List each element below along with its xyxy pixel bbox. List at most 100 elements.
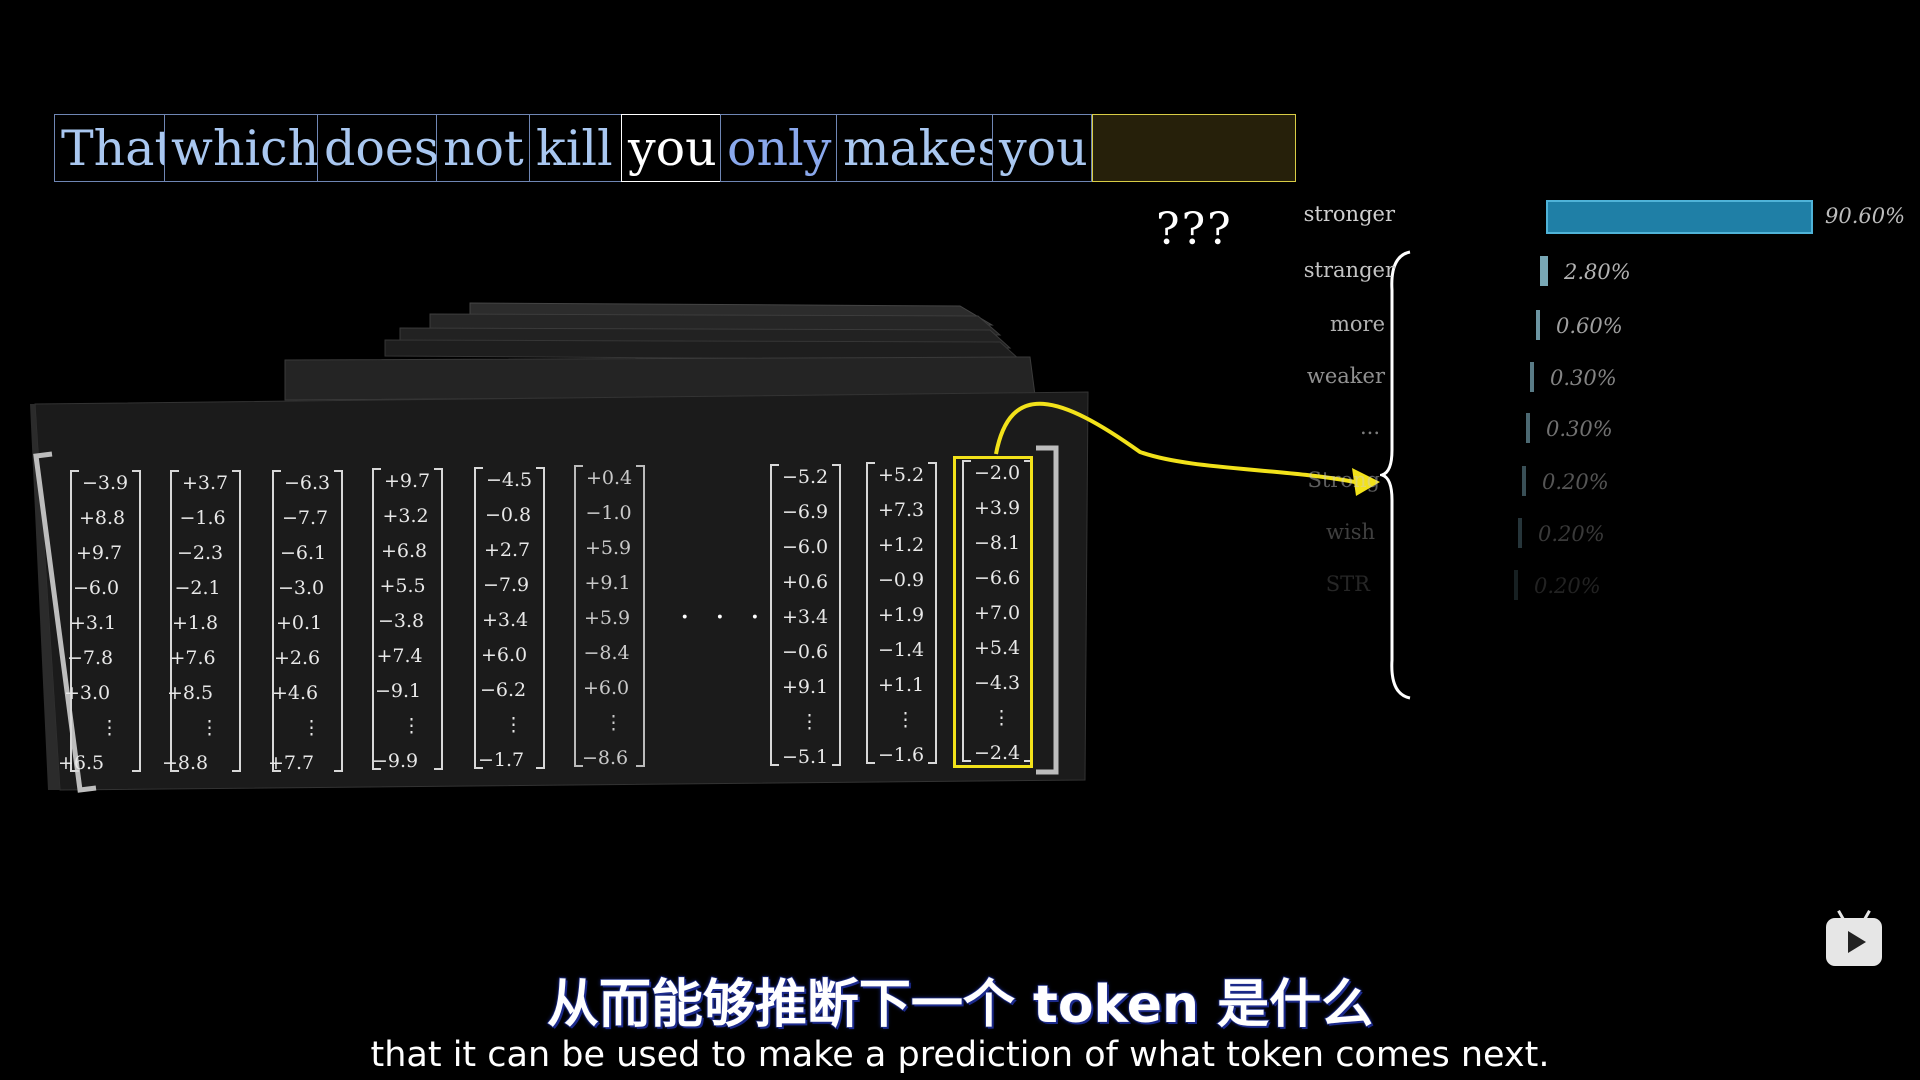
vector-entry: −6.1 xyxy=(280,542,327,564)
prediction-percent: 0.30% xyxy=(1546,417,1613,441)
vector-entry: ⋮ xyxy=(100,717,119,739)
vector-column: −4.5 −0.8 +2.7 −7.9 +3.4 +6.0 −6.2 ⋮ −1.7 xyxy=(474,467,545,771)
vector-entry: +5.2 xyxy=(878,464,925,486)
vector-column: +0.4 −1.0 +5.9 +9.1 +5.9 −8.4 +6.0 ⋮ −8.6 xyxy=(574,465,645,769)
vector-entry: −9.9 xyxy=(372,750,419,772)
vector-entry: −3.8 xyxy=(378,610,425,632)
vector-entry: +8.5 xyxy=(167,682,214,704)
right-bracket xyxy=(132,470,141,772)
prediction-word: stronger xyxy=(1303,202,1395,226)
vector-entry: −2.3 xyxy=(177,542,224,564)
vector-entry: −6.2 xyxy=(480,679,527,701)
vector-entry: +6.0 xyxy=(481,644,528,666)
prediction-bar xyxy=(1514,570,1518,600)
vector-entry: −9.1 xyxy=(375,680,422,702)
prediction-word: more xyxy=(1329,312,1385,336)
vector-entry: +9.1 xyxy=(584,572,631,594)
vector-entry: −3.9 xyxy=(82,472,129,494)
vector-entry: +9.1 xyxy=(782,676,829,698)
prediction-word: weaker xyxy=(1306,364,1385,388)
vector-entry: −0.8 xyxy=(485,504,532,526)
vector-entry: −6.9 xyxy=(782,501,829,523)
right-bracket xyxy=(928,462,937,764)
vector-entry: −7.9 xyxy=(483,574,530,596)
vector-entry: +1.9 xyxy=(878,604,925,626)
left-bracket xyxy=(574,465,583,767)
vector-entry: −8.8 xyxy=(162,752,209,774)
vector-entry: −6.0 xyxy=(782,536,829,558)
highlighted-column xyxy=(953,456,1033,768)
vector-entry: −7.8 xyxy=(67,647,114,669)
vector-column: −5.2 −6.9 −6.0 +0.6 +3.4 −0.6 +9.1 ⋮ −5.1 xyxy=(770,464,841,768)
vector-entry: −8.6 xyxy=(582,747,629,769)
right-bracket xyxy=(434,468,443,770)
vector-entry: +6.0 xyxy=(583,677,630,699)
vector-column: −6.3 −7.7 −6.1 −3.0 +0.1 +2.6 +4.6 ⋮ +7.7 xyxy=(268,470,343,774)
prediction-bar xyxy=(1536,310,1540,340)
vector-entry: +7.3 xyxy=(878,499,925,521)
prediction-word: STR xyxy=(1325,572,1370,596)
prediction-word: ... xyxy=(1359,415,1380,439)
prediction-bar xyxy=(1522,466,1526,496)
prediction-word: wish xyxy=(1326,520,1375,544)
vector-entry: −5.2 xyxy=(782,466,829,488)
vector-entry: −4.5 xyxy=(486,469,533,491)
vector-entry: −3.0 xyxy=(278,577,325,599)
vector-entry: +6.5 xyxy=(58,752,105,774)
vector-entry: +5.9 xyxy=(585,537,632,559)
vector-entry: −2.1 xyxy=(174,577,221,599)
brace-icon xyxy=(1380,250,1411,700)
vector-entry: ⋮ xyxy=(200,717,219,739)
vector-entry: −8.4 xyxy=(583,642,630,664)
vector-entry: +0.6 xyxy=(782,571,829,593)
vector-entry: −7.7 xyxy=(282,507,329,529)
prediction-word: Strong xyxy=(1307,468,1380,492)
vector-entry: +4.6 xyxy=(272,682,319,704)
vector-entry: +9.7 xyxy=(384,470,431,492)
prediction-bar xyxy=(1546,200,1813,234)
vector-entry: −1.6 xyxy=(179,507,226,529)
prediction-percent: 0.60% xyxy=(1556,314,1623,338)
vector-entry: +7.7 xyxy=(268,752,315,774)
vector-entry: +5.9 xyxy=(584,607,631,629)
vector-entry: +1.8 xyxy=(172,612,219,634)
vector-entry: +3.0 xyxy=(64,682,111,704)
right-bracket xyxy=(636,465,645,767)
vector-column: +5.2 +7.3 +1.2 −0.9 +1.9 −1.4 +1.1 ⋮ −1.6 xyxy=(866,462,937,766)
vector-entry: ⋮ xyxy=(800,711,819,733)
prediction-bar xyxy=(1530,362,1534,392)
vector-entry: +2.6 xyxy=(274,647,321,669)
left-bracket xyxy=(866,462,875,764)
vector-entry: +3.7 xyxy=(182,472,229,494)
vector-column: +9.7 +3.2 +6.8 +5.5 −3.8 +7.4 −9.1 ⋮ −9.9 xyxy=(372,468,443,772)
vector-entry: +3.2 xyxy=(382,505,429,527)
vector-entry: ⋮ xyxy=(302,717,321,739)
vector-entry: +3.4 xyxy=(782,606,829,628)
vector-entry: −1.7 xyxy=(478,749,525,771)
vector-entry: ⋮ xyxy=(604,712,623,734)
prediction-word: stranger xyxy=(1303,258,1395,282)
vector-entry: +0.1 xyxy=(276,612,323,634)
right-bracket xyxy=(232,470,241,772)
left-bracket xyxy=(770,464,779,766)
vector-column: −3.9 +8.8 +9.7 −6.0 +3.1 −7.8 +3.0 ⋮ +6.5 xyxy=(58,470,141,774)
vector-entry: −0.6 xyxy=(782,641,829,663)
vector-entry: −1.6 xyxy=(878,744,925,766)
vector-entry: +9.7 xyxy=(76,542,123,564)
bilibili-play-icon[interactable] xyxy=(1826,910,1882,966)
vector-entry: +1.1 xyxy=(878,674,925,696)
prediction-percent: 0.20% xyxy=(1538,522,1605,546)
vector-entry: +7.4 xyxy=(376,645,423,667)
prediction-percent: 0.30% xyxy=(1550,366,1617,390)
vector-entry: +6.8 xyxy=(381,540,428,562)
vector-entry: ⋮ xyxy=(896,709,915,731)
subtitle-chinese: 从而能够推断下一个 token 是什么 xyxy=(546,974,1374,1036)
vector-entry: +1.2 xyxy=(878,534,925,556)
vector-column: +3.7 −1.6 −2.3 −2.1 +1.8 +7.6 +8.5 ⋮ −8.8 xyxy=(162,470,241,774)
prediction-percent: 90.60% xyxy=(1825,204,1906,228)
prediction-bar xyxy=(1540,256,1548,286)
vector-entry: −5.1 xyxy=(782,746,829,768)
vector-entry: +5.5 xyxy=(379,575,426,597)
subtitle-english: that it can be used to make a prediction… xyxy=(370,1035,1550,1075)
vector-entry: −1.0 xyxy=(585,502,632,524)
